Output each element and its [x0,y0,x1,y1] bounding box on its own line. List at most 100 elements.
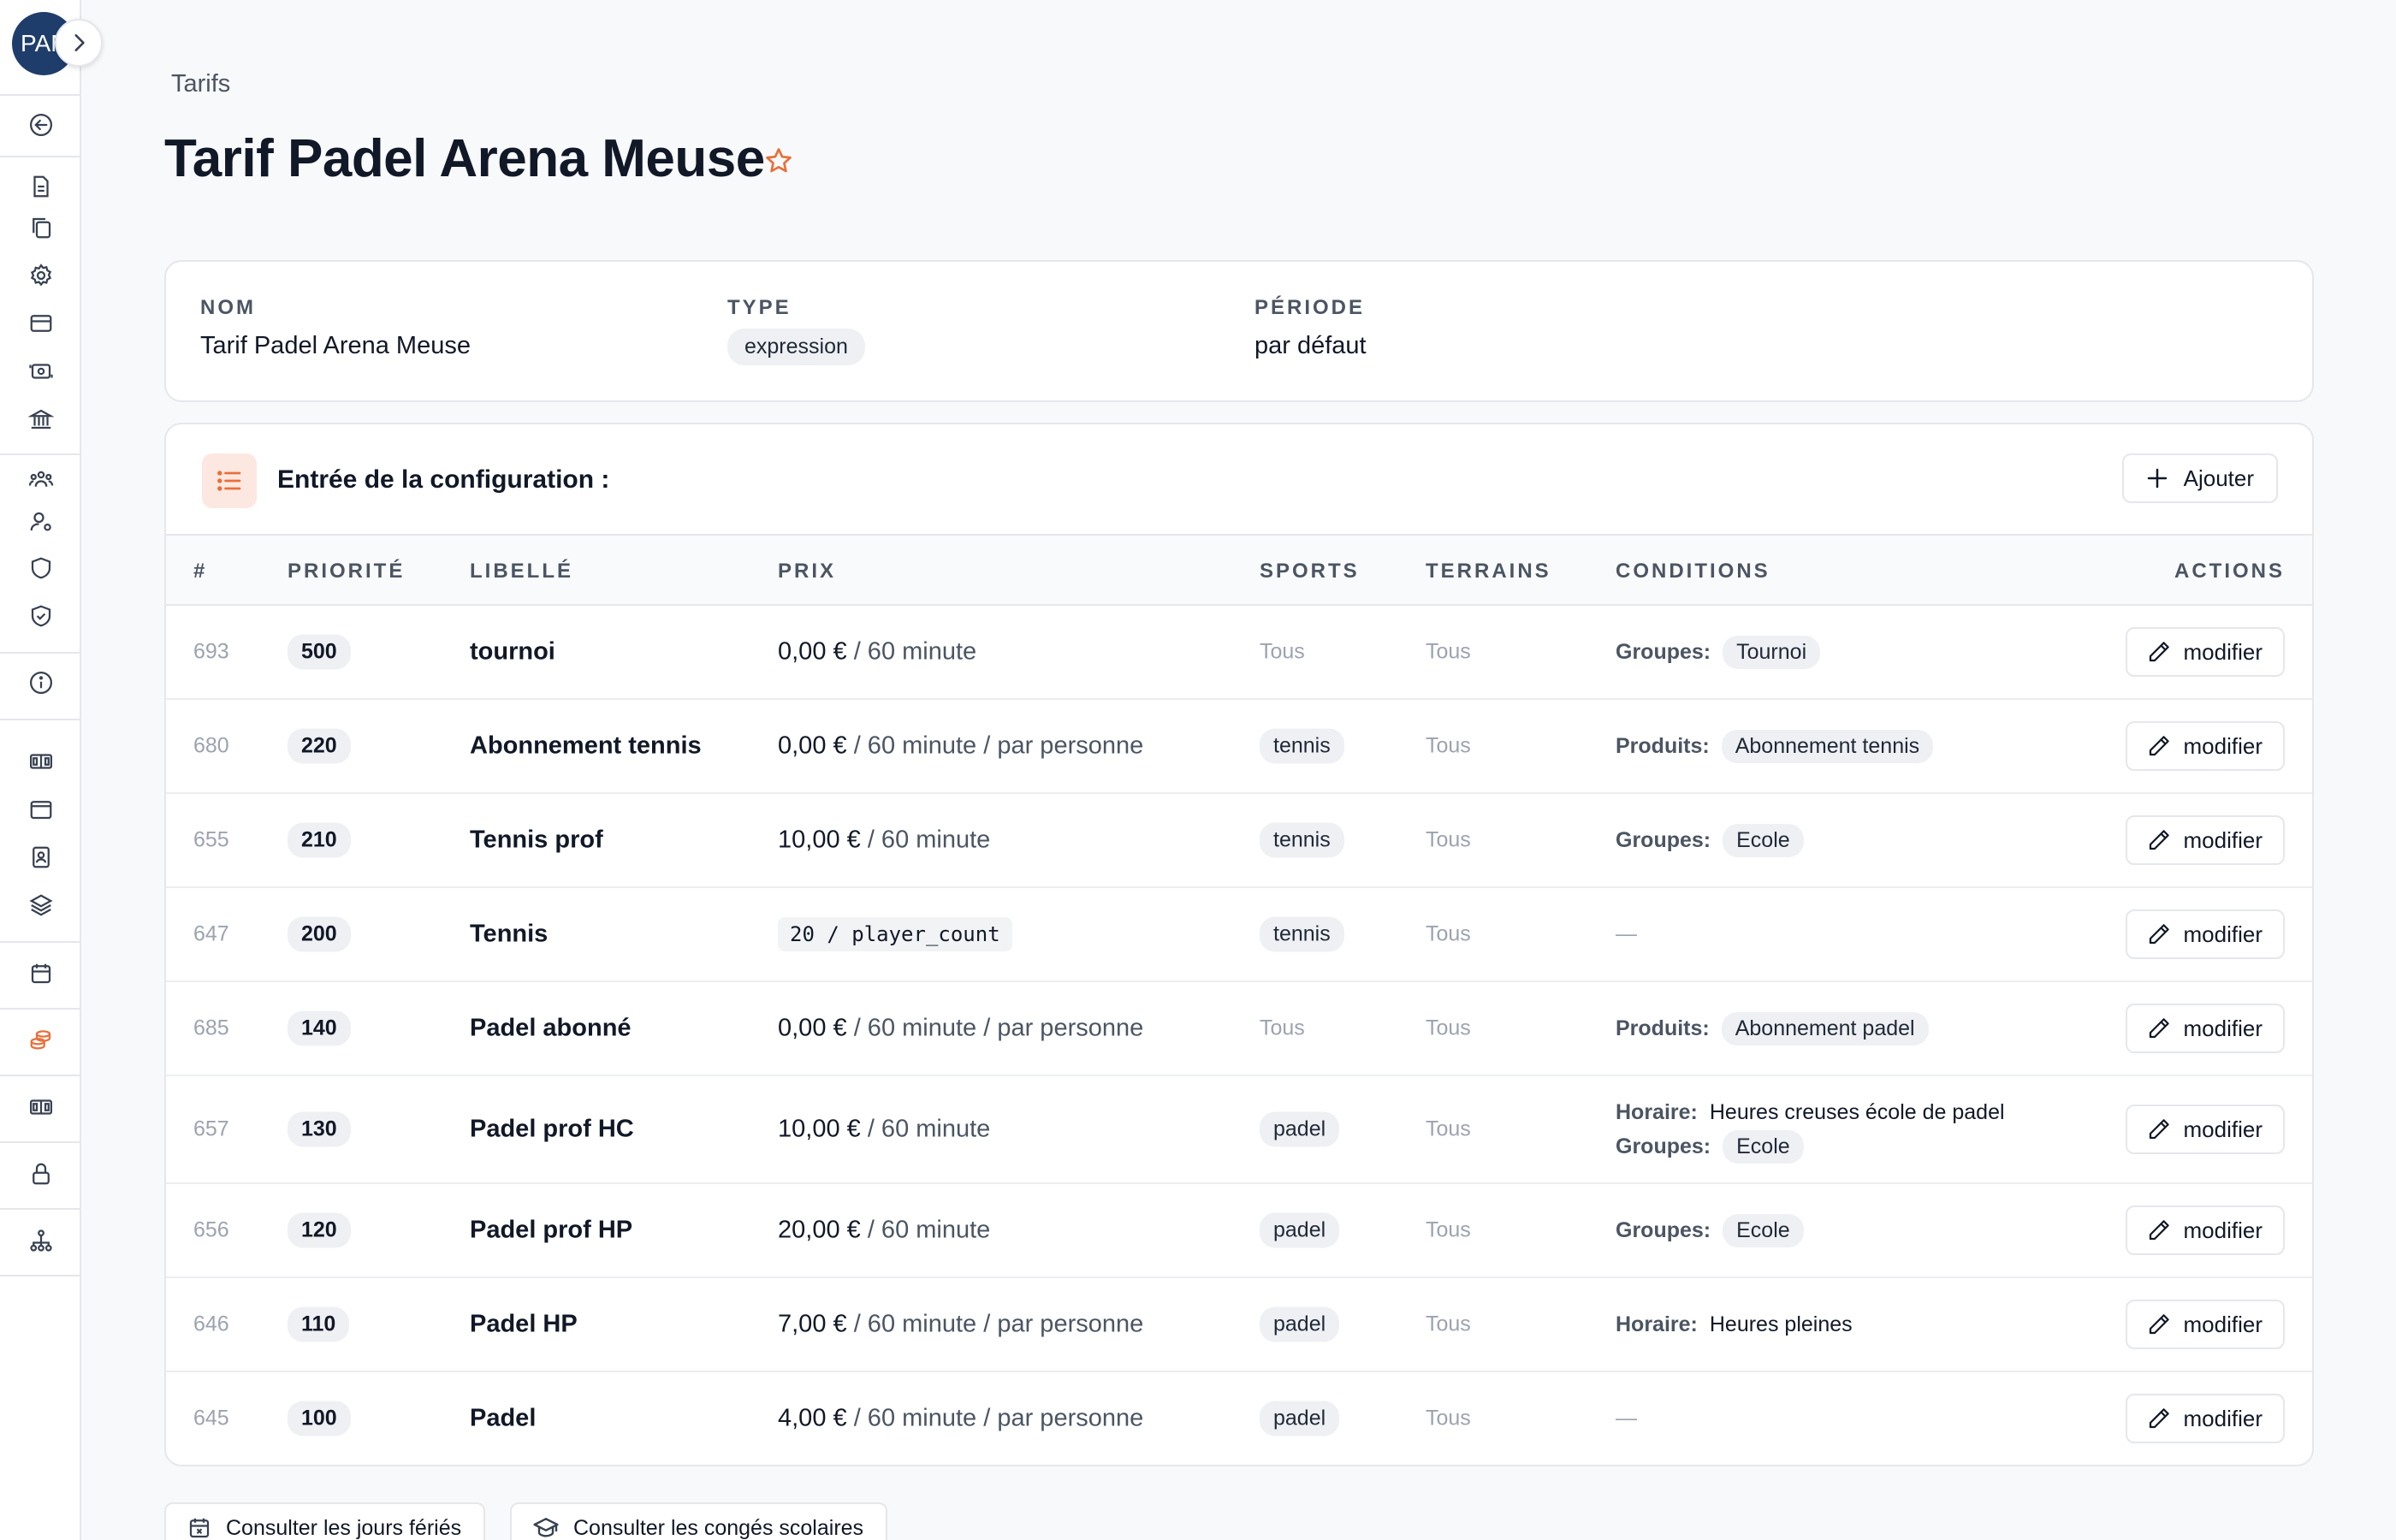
price-amount: 7,00 € [778,1310,847,1338]
copy-icon[interactable] [24,210,58,245]
table-row[interactable]: 657 130 Padel prof HC 10,00 € / 60 minute pa… [166,1076,2312,1184]
col-actions: ACTIONS [2174,560,2285,583]
holidays-button[interactable]: Consulter les jours fériés [164,1502,486,1540]
table-row[interactable]: 680 220 Abonnement tennis 0,00 € / 60 minut… [166,700,2312,794]
price-unit: / 60 minute [860,1115,991,1143]
table-row[interactable]: 646 110 Padel HP 7,00 € / 60 minute / par p… [166,1278,2312,1372]
price-unit: / 60 minute / par personne [846,1310,1144,1338]
table-row[interactable]: 645 100 Padel 4,00 € / 60 minute / par pers… [166,1372,2312,1465]
row-id: 655 [193,827,229,852]
col-price[interactable]: PRIX [778,560,836,583]
table-row[interactable]: 685 140 Padel abonné 0,00 € / 60 minute / p… [166,982,2312,1076]
calendar-x-icon [189,1518,210,1538]
badge-icon[interactable] [24,840,58,874]
gear-icon[interactable] [24,258,58,293]
lock-icon[interactable] [24,1157,58,1191]
tariff-info-card: NOM Tarif Padel Arena Meuse TYPE express… [164,260,2314,402]
sidebar-divider [0,719,80,720]
edit-button[interactable]: modifier [2125,721,2285,771]
edit-button[interactable]: modifier [2125,815,2285,865]
row-terrains: Tous [1426,733,1471,758]
price-amount: 10,00 € [778,826,861,854]
row-actions: modifier [2125,815,2285,865]
edit-button[interactable]: modifier [2125,1205,2285,1255]
col-priority[interactable]: PRIORITÉ [288,560,405,583]
sidebar-divider [0,1075,80,1076]
row-terrains: Tous [1426,1016,1471,1040]
priority-badge: 210 [288,822,351,858]
priority-badge: 220 [288,728,351,764]
cash-icon[interactable] [24,354,58,388]
calendar-icon[interactable] [24,957,58,991]
edit-label: modifier [2183,638,2263,665]
edit-button[interactable]: modifier [2125,1394,2285,1443]
row-price: 0,00 € / 60 minute / par personne [778,732,1143,761]
court-icon-2[interactable] [24,1090,58,1124]
user-gear-icon[interactable] [24,505,58,539]
table-row[interactable]: 656 120 Padel prof HP 20,00 € / 60 minute pa… [166,1184,2312,1278]
row-id: 645 [193,1406,229,1430]
edit-button[interactable]: modifier [2125,1004,2285,1053]
condition-badge: Abonnement tennis [1721,729,1934,763]
condition-key: Produits: [1616,1016,1710,1040]
layers-icon[interactable] [24,888,58,922]
court-icon[interactable] [24,744,58,779]
pencil-icon [2149,1408,2169,1429]
hierarchy-icon[interactable] [24,1223,58,1258]
info-icon[interactable] [24,666,58,700]
row-price: 20,00 € / 60 minute [778,1217,990,1245]
shield-icon[interactable] [24,551,58,585]
price-unit: / 60 minute / par personne [846,1404,1144,1432]
priority-badge: 500 [288,634,351,670]
edit-button[interactable]: modifier [2125,1105,2285,1154]
sport-badge: tennis [1260,916,1344,952]
credit-card-icon[interactable] [24,306,58,341]
row-conditions: Groupes: Ecole [1616,1213,1804,1247]
bank-icon[interactable] [24,402,58,436]
row-sports: tennis [1260,822,1344,858]
add-entry-button[interactable]: Ajouter [2121,453,2278,503]
school-holidays-button[interactable]: Consulter les congés scolaires [510,1502,888,1540]
coins-icon[interactable] [24,1023,58,1057]
row-id: 693 [193,639,229,664]
row-price: 10,00 € / 60 minute [778,1116,990,1144]
wallet-icon[interactable] [24,792,58,826]
condition-key: Groupes: [1616,1134,1711,1158]
users-icon[interactable] [24,462,58,496]
config-header: Entrée de la configuration : Ajouter [166,424,2312,536]
favorite-star-icon[interactable] [763,145,794,176]
condition: Groupes: Tournoi [1616,635,1821,669]
shield-check-icon[interactable] [24,599,58,633]
condition: Produits: Abonnement padel [1616,1011,1929,1045]
chevron-right-icon [74,34,85,51]
price-unit: / 60 minute [860,1216,991,1244]
row-actions: modifier [2125,721,2285,771]
row-terrains: Tous [1426,1116,1471,1141]
condition: Produits: Abonnement tennis [1616,729,1934,763]
file-icon[interactable] [24,169,58,204]
priority-badge: 100 [288,1401,351,1436]
edit-label: modifier [2183,1311,2263,1337]
col-conditions[interactable]: CONDITIONS [1616,560,1770,583]
price-amount: 0,00 € [778,732,847,760]
col-label[interactable]: LIBELLÉ [470,560,573,583]
col-sports[interactable]: SPORTS [1260,560,1360,583]
config-title: Entrée de la configuration : [277,465,610,494]
table-row[interactable]: 693 500 tournoi 0,00 € / 60 minute Tous Tous G… [166,606,2312,700]
edit-button[interactable]: modifier [2125,627,2285,677]
info-period-label: PÉRIODE [1254,296,1366,319]
breadcrumb[interactable]: Tarifs [171,70,230,98]
row-priority: 140 [288,1010,351,1046]
graduation-cap-icon [533,1518,559,1537]
price-amount: 20,00 € [778,1216,861,1244]
edit-button[interactable]: modifier [2125,1300,2285,1349]
row-priority: 210 [288,822,351,858]
row-label: Tennis [470,920,549,948]
row-label: Padel prof HC [470,1115,634,1143]
table-row[interactable]: 647 200 Tennis 20 / player_count tennis Tous —… [166,888,2312,982]
col-terrains[interactable]: TERRAINS [1426,560,1551,583]
table-row[interactable]: 655 210 Tennis prof 10,00 € / 60 minute tenn… [166,794,2312,888]
expand-sidebar-button[interactable] [55,19,103,67]
arrow-left-circle-icon[interactable] [24,108,58,142]
edit-button[interactable]: modifier [2125,909,2285,959]
